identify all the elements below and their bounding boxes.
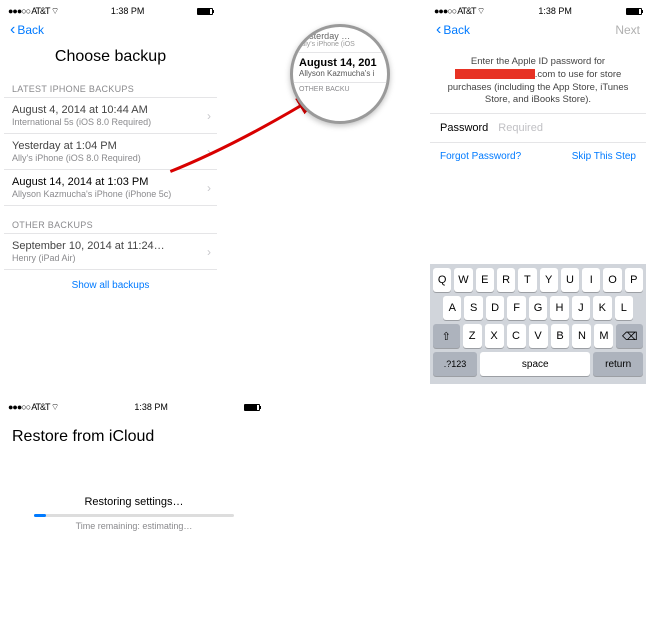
progress-bar (34, 514, 234, 517)
status-bar: ●●●○○ AT&T ⌔ 1:38 PM (4, 400, 264, 414)
key-u[interactable]: U (561, 268, 579, 292)
screen-apple-id-password: ●●●○○ AT&T ⌔ 1:38 PM ‹ Back Next Enter t… (430, 4, 646, 384)
key-x[interactable]: X (485, 324, 504, 348)
key-g[interactable]: G (529, 296, 547, 320)
status-bar: ●●●○○ AT&T ⌔ 1:38 PM (430, 4, 646, 18)
key-m[interactable]: M (594, 324, 613, 348)
magnifier-callout: Yesterday …Ally's iPhone (iOS August 14,… (290, 24, 390, 124)
key-f[interactable]: F (507, 296, 525, 320)
back-chevron-icon[interactable]: ‹ (436, 21, 441, 39)
backup-row[interactable]: September 10, 2014 at 11:24… Henry (iPad… (4, 233, 217, 270)
nav-bar: ‹ Back Next (430, 18, 646, 42)
forgot-password-link[interactable]: Forgot Password? (440, 151, 521, 162)
key-backspace[interactable]: ⌫ (616, 324, 643, 348)
key-t[interactable]: T (518, 268, 536, 292)
key-space[interactable]: space (480, 352, 590, 376)
key-shift[interactable]: ⇧ (433, 324, 460, 348)
next-button[interactable]: Next (615, 23, 640, 37)
key-j[interactable]: J (572, 296, 590, 320)
disclosure-icon: › (207, 245, 211, 259)
key-w[interactable]: W (454, 268, 472, 292)
skip-step-link[interactable]: Skip This Step (572, 151, 636, 162)
key-o[interactable]: O (603, 268, 621, 292)
restore-status-text: Restoring settings… (4, 496, 264, 514)
show-all-backups-link[interactable]: Show all backups (4, 270, 217, 301)
battery-icon (197, 8, 213, 15)
key-s[interactable]: S (464, 296, 482, 320)
key-q[interactable]: Q (433, 268, 451, 292)
section-header-latest: LATEST IPHONE BACKUPS (4, 84, 217, 98)
battery-icon (244, 404, 260, 411)
key-p[interactable]: P (625, 268, 643, 292)
key-n[interactable]: N (572, 324, 591, 348)
keyboard: QWERTYUIOP ASDFGHJKL ⇧ ZXCVBNM⌫ .?123 sp… (430, 264, 646, 384)
keyboard-row-1: QWERTYUIOP (433, 268, 643, 292)
key-mode[interactable]: .?123 (433, 352, 477, 376)
key-z[interactable]: Z (463, 324, 482, 348)
key-y[interactable]: Y (540, 268, 558, 292)
status-bar: ●●●○○ AT&T ⌔ 1:38 PM (4, 4, 217, 18)
key-r[interactable]: R (497, 268, 515, 292)
back-button[interactable]: Back (17, 23, 44, 37)
key-e[interactable]: E (476, 268, 494, 292)
key-return[interactable]: return (593, 352, 643, 376)
back-button[interactable]: Back (443, 23, 470, 37)
key-l[interactable]: L (615, 296, 633, 320)
screen-restore-progress: ●●●○○ AT&T ⌔ 1:38 PM Restore from iCloud… (4, 400, 264, 616)
time-remaining-text: Time remaining: estimating… (4, 521, 264, 531)
key-a[interactable]: A (443, 296, 461, 320)
key-v[interactable]: V (529, 324, 548, 348)
key-c[interactable]: C (507, 324, 526, 348)
key-b[interactable]: B (551, 324, 570, 348)
back-chevron-icon[interactable]: ‹ (10, 21, 15, 39)
battery-icon (626, 8, 642, 15)
section-header-other: OTHER BACKUPS (4, 206, 217, 234)
key-d[interactable]: D (486, 296, 504, 320)
password-field[interactable]: Password Required (430, 113, 646, 143)
redacted-email (455, 69, 535, 79)
keyboard-row-2: ASDFGHJKL (433, 296, 643, 320)
keyboard-row-3: ⇧ ZXCVBNM⌫ (433, 324, 643, 348)
instruction-text: Enter the Apple ID password for .com to … (430, 42, 646, 113)
key-k[interactable]: K (593, 296, 611, 320)
page-title: Choose backup (4, 42, 217, 84)
page-title: Restore from iCloud (4, 414, 264, 496)
key-i[interactable]: I (582, 268, 600, 292)
nav-bar: ‹ Back (4, 18, 217, 42)
key-h[interactable]: H (550, 296, 568, 320)
password-placeholder: Required (498, 122, 543, 134)
